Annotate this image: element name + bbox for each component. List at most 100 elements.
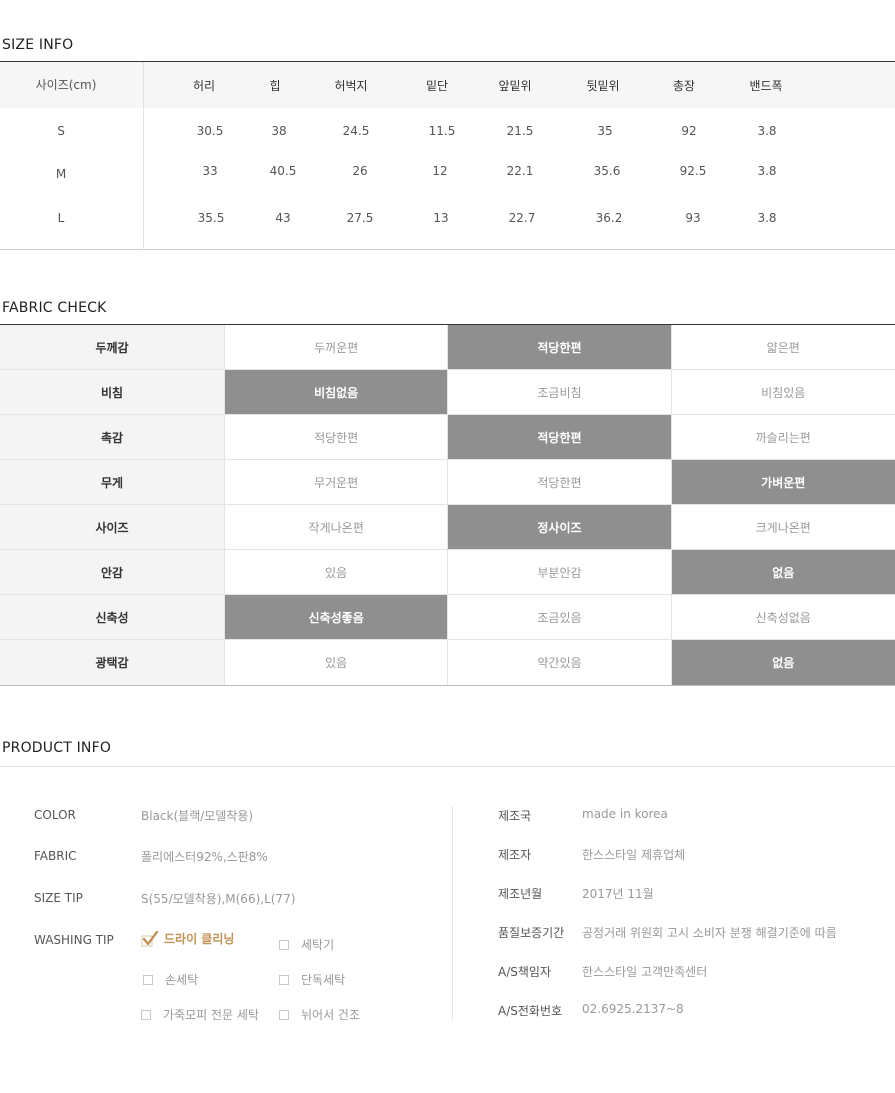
size-cell: 3.8: [757, 211, 777, 225]
fabric-row-label: 비침: [0, 370, 225, 414]
size-cell: 40.5: [269, 164, 297, 178]
color-label: COLOR: [34, 808, 76, 822]
size-cell: 3.8: [757, 164, 777, 178]
size-cell: 38: [271, 124, 287, 138]
fabric-option: 정사이즈: [448, 505, 672, 549]
fabric-option: 약간있음: [448, 640, 672, 685]
washing-option-label: 손세탁: [165, 973, 199, 987]
size-cell: 93: [685, 211, 701, 225]
checkbox-icon: [279, 974, 289, 985]
size-cell: 26: [352, 164, 368, 178]
size-cell: 22.7: [508, 211, 536, 225]
washing-option-separate-wash: 단독세탁: [279, 971, 345, 988]
size-col-header: 뒷밑위: [586, 79, 620, 93]
fabric-option: 비침있음: [761, 385, 806, 400]
size-cell: 35: [597, 124, 613, 138]
detail-value: 02.6925.2137~8: [582, 1002, 684, 1016]
washing-option-dry-cleaning: 드라이 클리닝: [141, 930, 234, 947]
color-value: Black(블랙/모델착용): [141, 809, 254, 823]
size-cell: 24.5: [342, 124, 370, 138]
fabric-row-label: 안감: [0, 550, 225, 594]
size-info-title: SIZE INFO: [2, 37, 74, 53]
size-header-label: 사이즈(cm): [35, 78, 97, 92]
fabric-option: 조금있음: [448, 595, 672, 639]
size-cell: 35.5: [197, 211, 225, 225]
size-tip-value: S(55/모델착용),M(66),L(77): [141, 892, 296, 906]
fabric-option: 적당한편: [448, 460, 672, 504]
size-row-label: M: [55, 167, 67, 181]
fabric-row: 신축성 신축성좋음 조금있음 신축성없음: [0, 595, 895, 640]
detail-value: 한스스타일 제휴업체: [582, 848, 686, 862]
washing-option-label: 가죽모피 전문 세탁: [163, 1008, 259, 1022]
checkbox-icon: [279, 1009, 289, 1020]
detail-value: 공정거래 위원회 고시 소비자 분쟁 해결기준에 따름: [582, 926, 837, 940]
size-col-header: 허벅지: [334, 79, 368, 93]
checkmark-icon: [141, 930, 159, 946]
size-cell: 21.5: [506, 124, 534, 138]
size-col-header: 앞밑위: [498, 79, 532, 93]
washing-option-machine: 세탁기: [279, 936, 334, 953]
fabric-row: 광택감 있음 약간있음 없음: [0, 640, 895, 685]
fabric-label: FABRIC: [34, 849, 77, 863]
size-col-header: 허리: [192, 79, 216, 93]
fabric-option: 비침없음: [225, 370, 449, 414]
product-info-vertical-divider: [452, 806, 453, 1021]
size-cell: 3.8: [757, 124, 777, 138]
detail-label: 제조년월: [498, 887, 543, 901]
fabric-value: 폴리에스터92%,스판8%: [141, 850, 268, 864]
fabric-check-title: FABRIC CHECK: [2, 300, 107, 316]
fabric-option: 신축성없음: [755, 610, 811, 625]
fabric-option: 있음: [225, 640, 449, 685]
fabric-option: 없음: [671, 550, 895, 594]
size-cell: 13: [433, 211, 449, 225]
fabric-option: 적당한편: [448, 415, 672, 459]
size-col-header: 밴드폭: [749, 79, 783, 93]
detail-label: A/S책임자: [498, 965, 551, 979]
fabric-option: 까슬리는편: [755, 430, 811, 445]
fabric-option: 조금비침: [448, 370, 672, 414]
fabric-row-label: 무게: [0, 460, 225, 504]
size-cell: 30.5: [196, 124, 224, 138]
fabric-option: 적당한편: [225, 415, 449, 459]
washing-option-label: 단독세탁: [301, 973, 346, 987]
size-cell: 33: [202, 164, 218, 178]
detail-value: 2017년 11월: [582, 887, 654, 901]
size-cell: 27.5: [346, 211, 374, 225]
detail-label: 제조자: [498, 848, 532, 862]
size-cell: 22.1: [506, 164, 534, 178]
checkbox-icon: [141, 1009, 151, 1020]
fabric-row-label: 신축성: [0, 595, 225, 639]
size-cell: 92.5: [679, 164, 707, 178]
size-tip-label: SIZE TIP: [34, 891, 83, 905]
washing-option-label: 세탁기: [301, 938, 335, 952]
fabric-row: 사이즈 작게나온편 정사이즈 크게나온편: [0, 505, 895, 550]
size-table-divider: [143, 62, 144, 250]
size-cell: 43: [275, 211, 291, 225]
fabric-option: 없음: [671, 640, 895, 685]
product-info-divider: [0, 766, 895, 767]
checkbox-icon: [279, 939, 289, 950]
size-cell: 12: [432, 164, 448, 178]
size-row-label: S: [57, 124, 65, 138]
size-cell: 92: [681, 124, 697, 138]
fabric-option: 부분안감: [448, 550, 672, 594]
washing-option-label: 드라이 클리닝: [164, 932, 235, 946]
fabric-option: 적당한편: [448, 325, 672, 369]
checkbox-icon: [143, 974, 153, 985]
detail-label: 품질보증기간: [498, 926, 565, 940]
size-col-header: 밑단: [425, 79, 449, 93]
product-info-title: PRODUCT INFO: [2, 740, 112, 756]
size-cell: 36.2: [595, 211, 623, 225]
fabric-option: 작게나온편: [225, 505, 449, 549]
fabric-row: 안감 있음 부분안감 없음: [0, 550, 895, 595]
size-col-header: 힙: [269, 79, 281, 93]
size-table: 사이즈(cm) 허리 힙 허벅지 밑단 앞밑위 뒷밑위 총장 밴드폭 S 30.…: [0, 61, 895, 250]
fabric-row: 촉감 적당한편 적당한편 까슬리는편: [0, 415, 895, 460]
fabric-row: 무게 무거운편 적당한편 가벼운편: [0, 460, 895, 505]
fabric-row: 두께감 두꺼운편 적당한편 얇은편: [0, 325, 895, 370]
detail-value: made in korea: [582, 807, 668, 821]
fabric-row: 비침 비침없음 조금비침 비침있음: [0, 370, 895, 415]
washing-option-flat-dry: 뉘어서 건조: [279, 1006, 360, 1023]
size-cell: 35.6: [593, 164, 621, 178]
size-cell: 11.5: [428, 124, 456, 138]
